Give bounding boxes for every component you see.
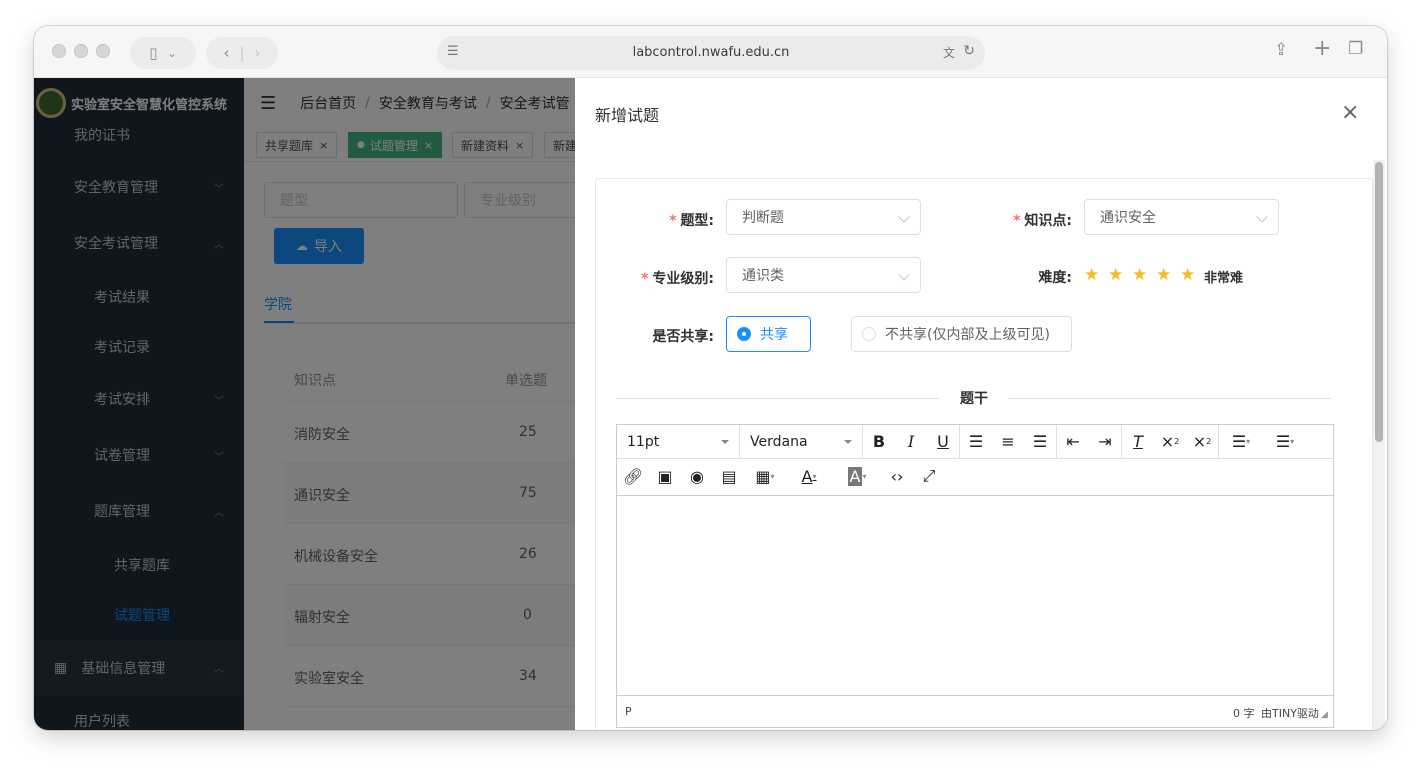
font-family-select[interactable]: Verdana — [740, 427, 862, 457]
editor-toolbar-row-2: 🔗︎ ▣ ◉ ▤ ▦ ▾ A ▾ A ▾ ‹› ⤢ — [617, 459, 1333, 493]
label-text: 题型: — [680, 213, 714, 229]
level-label: * 专业级别: — [626, 268, 714, 288]
radio-unchecked-icon — [862, 327, 876, 341]
powered-by-link[interactable]: 由TINY驱动 — [1261, 705, 1319, 721]
chevron-down-icon — [898, 211, 910, 223]
outdent-icon[interactable]: ⇤ — [1057, 427, 1089, 457]
radio-checked-icon — [737, 327, 751, 341]
zoom-window-button[interactable] — [96, 44, 110, 58]
drawer-title: 新增试题 — [595, 106, 660, 125]
knowledge-point-select[interactable]: 通识安全 — [1084, 199, 1279, 235]
drawer-overlay[interactable] — [34, 78, 575, 730]
background-color-icon[interactable]: A ▾ — [833, 461, 881, 491]
caret-down-icon — [721, 439, 729, 444]
tab-overview-icon[interactable]: ❐ — [1348, 39, 1363, 59]
share-icon[interactable]: ⇪ — [1274, 40, 1288, 60]
add-question-drawer: 新增试题 × * 题型: 判断题 * 知识点: 通识安全 * 专业级别: 通识类 难度… — [575, 78, 1387, 730]
minimize-window-button[interactable] — [74, 44, 88, 58]
history-nav: ‹ | › — [206, 37, 278, 69]
link-icon[interactable]: 🔗︎ — [617, 461, 649, 491]
question-form: * 题型: 判断题 * 知识点: 通识安全 * 专业级别: 通识类 难度: ★ ★ ★… — [595, 178, 1373, 730]
select-value: 判断题 — [742, 210, 784, 226]
sidebar-icon: ▯ — [149, 44, 158, 62]
table-icon[interactable]: ▦ ▾ — [745, 461, 785, 491]
label-text: 专业级别: — [652, 271, 714, 287]
rich-text-editor: 11pt Verdana B I U ☰ ≡ ☰ ⇤ ⇥ T × 2 × 2 ☰… — [616, 424, 1334, 728]
radio-label: 不共享(仅内部及上级可见) — [885, 327, 1050, 343]
preview-icon[interactable]: ◉ — [681, 461, 713, 491]
drawer-scrollbar[interactable] — [1373, 160, 1385, 730]
required-mark: * — [669, 213, 677, 229]
image-icon[interactable]: ▣ — [649, 461, 681, 491]
word-count: 0 字 — [1233, 707, 1255, 720]
bullet-list-icon[interactable]: ☰ ▾ — [1219, 427, 1263, 457]
fullscreen-icon[interactable]: ⤢ — [913, 461, 945, 491]
align-center-icon[interactable]: ≡ — [992, 427, 1024, 457]
sidebar-toggle-button[interactable]: ▯ ⌄ — [130, 37, 196, 69]
element-path[interactable]: P — [625, 705, 632, 718]
font-size-select[interactable]: 11pt — [617, 427, 739, 457]
radio-share[interactable]: 共享 — [726, 316, 811, 352]
chevron-down-icon: ⌄ — [167, 46, 177, 60]
type-label: * 题型: — [656, 210, 714, 230]
forward-icon[interactable]: › — [255, 44, 261, 62]
label-text: 知识点: — [1024, 213, 1072, 229]
difficulty-text: 非常难 — [1204, 271, 1244, 286]
resize-handle-icon[interactable]: ◢ — [1321, 710, 1328, 720]
numbered-list-icon[interactable]: ☰ ▾ — [1263, 427, 1307, 457]
align-right-icon[interactable]: ☰ — [1024, 427, 1056, 457]
share-label: 是否共享: — [652, 329, 714, 345]
indent-icon[interactable]: ⇥ — [1089, 427, 1121, 457]
browser-window: ▯ ⌄ ‹ | › ☰ labcontrol.nwafu.edu.cn 文 ↻ ⇪ +… — [34, 26, 1387, 730]
difficulty-label: 难度: — [1038, 270, 1072, 286]
underline-icon[interactable]: U — [927, 427, 959, 457]
translate-icon[interactable]: 文 — [943, 44, 955, 61]
professional-level-select[interactable]: 通识类 — [726, 257, 921, 293]
font-family-value: Verdana — [750, 433, 808, 450]
radio-label: 共享 — [760, 327, 788, 343]
font-size-value: 11pt — [627, 433, 660, 450]
stem-heading: 题干 — [940, 388, 1008, 408]
knowledge-label: * 知识点: — [996, 210, 1072, 230]
star-icon[interactable]: ★ — [1132, 265, 1147, 285]
editor-statusbar: P 0 字 由TINY驱动 ◢ — [617, 695, 1333, 727]
clear-format-icon[interactable]: T — [1122, 427, 1154, 457]
superscript-icon[interactable]: × 2 — [1186, 427, 1218, 457]
browser-toolbar: ▯ ⌄ ‹ | › ☰ labcontrol.nwafu.edu.cn 文 ↻ ⇪ +… — [34, 26, 1387, 78]
text-color-icon[interactable]: A ▾ — [785, 461, 833, 491]
star-icon[interactable]: ★ — [1084, 265, 1099, 285]
caret-down-icon — [844, 439, 852, 444]
reload-icon[interactable]: ↻ — [963, 43, 975, 59]
code-icon[interactable]: ‹› — [881, 461, 913, 491]
align-left-icon[interactable]: ☰ — [960, 427, 992, 457]
back-icon[interactable]: ‹ — [223, 44, 229, 62]
required-mark: * — [1013, 213, 1021, 229]
scrollbar-thumb[interactable] — [1375, 162, 1383, 442]
difficulty-rating[interactable]: ★ ★ ★ ★ ★ 非常难 — [1084, 265, 1284, 287]
new-tab-icon[interactable]: + — [1313, 36, 1331, 61]
editor-toolbar-row-1: 11pt Verdana B I U ☰ ≡ ☰ ⇤ ⇥ T × 2 × 2 ☰… — [617, 424, 1333, 459]
chevron-down-icon — [898, 269, 910, 281]
star-icon[interactable]: ★ — [1156, 265, 1171, 285]
star-icon[interactable]: ★ — [1180, 265, 1195, 285]
select-value: 通识安全 — [1100, 210, 1156, 226]
editor-content-area[interactable] — [617, 495, 1333, 695]
italic-icon[interactable]: I — [895, 427, 927, 457]
required-mark: * — [641, 271, 649, 287]
chevron-down-icon — [1256, 211, 1268, 223]
select-value: 通识类 — [742, 268, 784, 284]
subscript-icon[interactable]: × 2 — [1154, 427, 1186, 457]
radio-not-share[interactable]: 不共享(仅内部及上级可见) — [851, 316, 1072, 352]
close-window-button[interactable] — [52, 44, 66, 58]
question-type-select[interactable]: 判断题 — [726, 199, 921, 235]
url-text: labcontrol.nwafu.edu.cn — [632, 45, 790, 60]
bold-icon[interactable]: B — [863, 427, 895, 457]
media-icon[interactable]: ▤ — [713, 461, 745, 491]
star-icon[interactable]: ★ — [1108, 265, 1123, 285]
address-bar[interactable]: ☰ labcontrol.nwafu.edu.cn 文 ↻ — [437, 36, 985, 70]
close-icon[interactable]: × — [1341, 100, 1359, 125]
